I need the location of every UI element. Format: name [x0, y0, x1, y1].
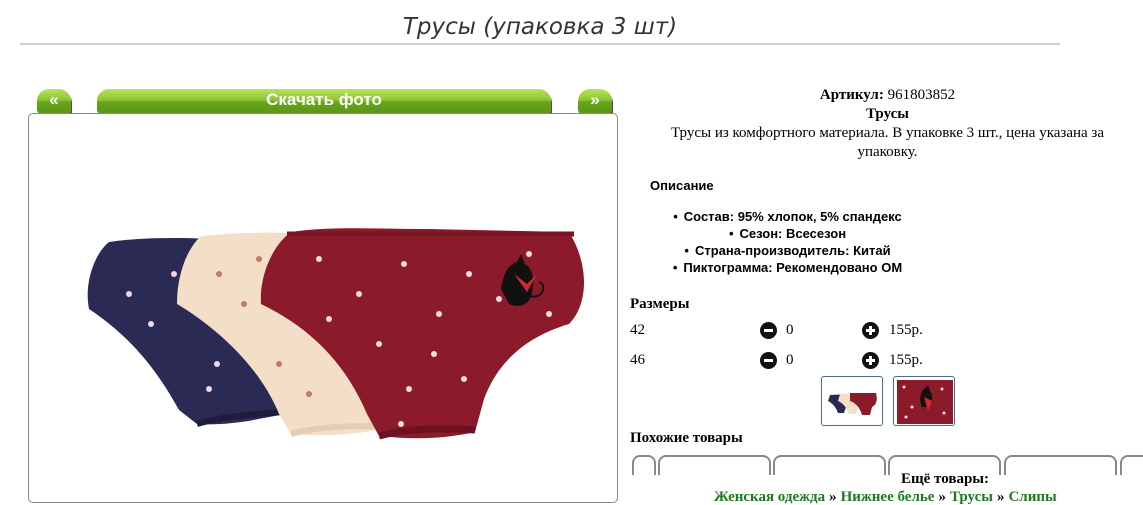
breadcrumb-separator: »: [996, 489, 1005, 505]
similar-products-heading: Похожие товары: [630, 430, 743, 446]
size-value: 42: [630, 322, 645, 338]
qty-value: 0: [786, 322, 794, 338]
decrease-qty-button[interactable]: [760, 322, 777, 339]
property-item: Состав: 95% хлопок, 5% спандекс: [640, 208, 935, 225]
plus-icon: [862, 322, 879, 339]
sku-value: 961803852: [887, 87, 956, 103]
minus-icon: [760, 352, 777, 369]
property-item: Сезон: Всесезон: [640, 225, 935, 242]
product-name: Трусы: [866, 106, 909, 122]
similar-product-card[interactable]: [632, 455, 656, 475]
product-info: Артикул: 961803852 Трусы Трусы из комфор…: [640, 86, 1135, 162]
sku-label: Артикул:: [819, 87, 884, 103]
more-products-heading: Ещё товары:: [900, 471, 990, 487]
property-item: Пиктограмма: Рекомендовано ОМ: [640, 259, 935, 276]
breadcrumb-link[interactable]: Слипы: [1008, 489, 1056, 505]
breadcrumb-separator: »: [938, 489, 946, 505]
product-photo-image: [87, 228, 584, 440]
description-heading: Описание: [650, 178, 714, 193]
price-value: 155р.: [889, 352, 923, 368]
breadcrumb-link[interactable]: Женская одежда: [714, 489, 825, 505]
thumbnail-image: [828, 393, 877, 415]
increase-qty-button[interactable]: [862, 322, 879, 339]
sizes-heading: Размеры: [630, 296, 690, 312]
property-item: Страна-производитель: Китай: [640, 242, 935, 259]
breadcrumb-separator: »: [829, 489, 837, 505]
plus-icon: [862, 352, 879, 369]
qty-value: 0: [786, 352, 794, 368]
next-photo-button[interactable]: »: [578, 89, 612, 113]
similar-product-card[interactable]: [1120, 455, 1143, 475]
photo-thumbnail[interactable]: [821, 376, 883, 426]
previous-photo-button[interactable]: «: [37, 89, 71, 113]
sku-line: Артикул: 961803852: [640, 86, 1135, 105]
breadcrumb-link[interactable]: Трусы: [950, 489, 993, 505]
product-photo[interactable]: [28, 113, 618, 503]
page-title: Трусы (упаковка 3 шт): [20, 12, 1060, 45]
download-photo-button[interactable]: Скачать фото: [97, 89, 551, 113]
product-short-description: Трусы из комфортного материала. В упаков…: [670, 125, 1105, 160]
similar-product-card[interactable]: [658, 455, 771, 475]
minus-icon: [760, 322, 777, 339]
size-row: 42 0 155р.: [630, 322, 950, 342]
size-value: 46: [630, 352, 645, 368]
decrease-qty-button[interactable]: [760, 352, 777, 369]
photo-thumbnail[interactable]: [893, 376, 955, 426]
properties-list: Состав: 95% хлопок, 5% спандекс Сезон: В…: [640, 208, 935, 276]
size-row: 46 0 155р.: [630, 352, 950, 372]
increase-qty-button[interactable]: [862, 352, 879, 369]
price-value: 155р.: [889, 322, 923, 338]
thumbnail-image: [897, 380, 953, 424]
breadcrumb-link[interactable]: Нижнее белье: [841, 489, 935, 505]
breadcrumb: Женская одежда» Нижнее белье» Трусы» Слипы: [714, 489, 1057, 505]
